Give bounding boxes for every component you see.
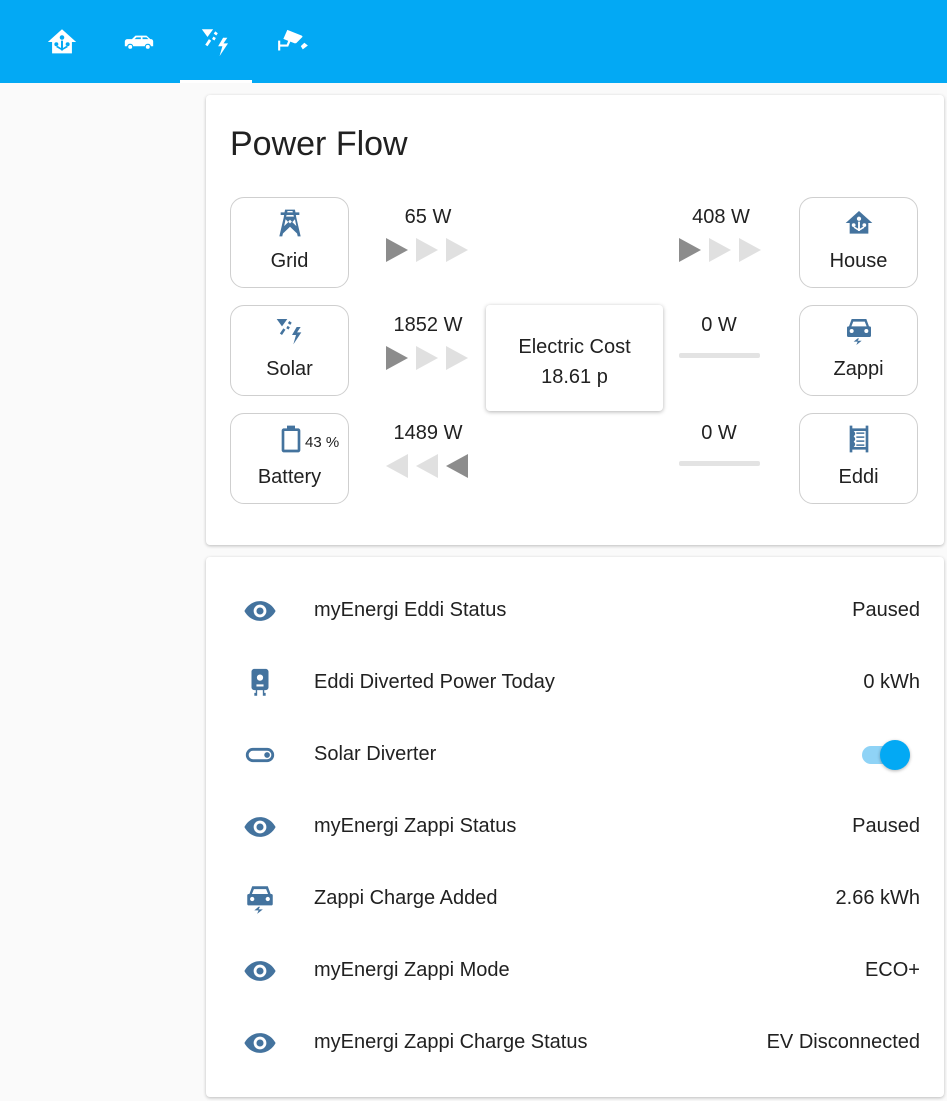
home-automation-icon — [845, 211, 872, 234]
solar-power-icon — [201, 28, 229, 56]
eye-icon — [244, 817, 276, 837]
solar-power-icon — [276, 319, 301, 345]
entity-row-solar-diverter[interactable]: Solar Diverter — [206, 719, 944, 791]
flow-arrow — [446, 346, 468, 370]
power-flow-card: Power Flow Grid Solar 43 % Battery 65 W — [206, 95, 944, 545]
entity-state: 0 kWh — [863, 671, 920, 693]
entity-row-zappi-charge-status[interactable]: myEnergi Zappi Charge Status EV Disconne… — [206, 1007, 944, 1079]
battery-icon — [281, 425, 301, 453]
tab-vehicles[interactable] — [103, 0, 175, 83]
app-header — [0, 0, 947, 83]
entity-name: myEnergi Zappi Charge Status — [314, 1031, 588, 1053]
grid-flow-arrows — [386, 238, 468, 262]
flow-arrow-active — [679, 238, 701, 262]
eddi-power: 0 W — [701, 422, 737, 444]
eye-icon — [244, 961, 276, 981]
car-electric-icon — [846, 319, 871, 345]
home-automation-icon — [47, 28, 77, 53]
solar-flow-arrows — [386, 346, 468, 370]
eye-icon — [244, 1033, 276, 1053]
transmission-tower-icon — [278, 209, 301, 237]
entity-row-eddi-diverted[interactable]: Eddi Diverted Power Today 0 kWh — [206, 647, 944, 719]
entity-row-zappi-charge-added[interactable]: Zappi Charge Added 2.66 kWh — [206, 863, 944, 935]
zappi-power: 0 W — [701, 314, 737, 336]
entity-state: ECO+ — [864, 959, 920, 981]
zappi-label: Zappi — [833, 358, 884, 380]
flow-arrow-active — [386, 346, 408, 370]
solar-diverter-toggle[interactable] — [858, 738, 914, 772]
grid-power: 65 W — [404, 206, 452, 228]
entity-name: myEnergi Eddi Status — [314, 599, 507, 621]
house-power: 408 W — [692, 206, 750, 228]
eddi-flow-bar — [679, 461, 760, 466]
flow-arrow — [446, 238, 468, 262]
flow-arrow-active — [446, 454, 468, 478]
entity-name: myEnergi Zappi Mode — [314, 959, 510, 981]
solar-power: 1852 W — [393, 314, 463, 336]
entity-state: Paused — [852, 815, 920, 837]
flow-arrow — [416, 454, 438, 478]
toggle-switch-icon — [245, 747, 275, 763]
entity-row-eddi-status[interactable]: myEnergi Eddi Status Paused — [206, 575, 944, 647]
grid-node[interactable]: Grid — [230, 197, 349, 288]
entity-name: Eddi Diverted Power Today — [314, 671, 555, 693]
eddi-node[interactable]: Eddi — [799, 413, 918, 504]
toggle-knob — [880, 740, 910, 770]
entity-row-zappi-status[interactable]: myEnergi Zappi Status Paused — [206, 791, 944, 863]
car-electric-icon — [247, 886, 273, 914]
water-boiler-icon — [251, 668, 269, 696]
entity-row-zappi-mode[interactable]: myEnergi Zappi Mode ECO+ — [206, 935, 944, 1007]
tab-energy[interactable] — [180, 0, 252, 83]
flow-arrow — [416, 238, 438, 262]
card-title: Power Flow — [230, 125, 408, 163]
flow-arrow-active — [386, 238, 408, 262]
house-flow-arrows — [679, 238, 761, 262]
flow-arrow — [739, 238, 761, 262]
car-side-icon — [124, 35, 154, 49]
battery-node[interactable]: 43 % Battery — [230, 413, 349, 504]
solar-node[interactable]: Solar — [230, 305, 349, 396]
battery-percent: 43 % — [305, 434, 340, 451]
battery-label: Battery — [257, 466, 322, 488]
eye-icon — [244, 601, 276, 621]
zappi-node[interactable]: Zappi — [799, 305, 918, 396]
house-label: House — [829, 250, 888, 272]
entity-state: 2.66 kWh — [835, 887, 920, 909]
battery-flow-arrows — [386, 454, 468, 478]
flow-arrow — [709, 238, 731, 262]
solar-label: Solar — [266, 358, 313, 380]
entity-name: Solar Diverter — [314, 743, 437, 765]
cctv-icon — [278, 29, 308, 50]
entity-name: Zappi Charge Added — [314, 887, 498, 909]
flow-arrow — [386, 454, 408, 478]
zappi-flow-bar — [679, 353, 760, 358]
entity-state: Paused — [852, 599, 920, 621]
tab-cameras[interactable] — [257, 0, 329, 83]
electric-cost-label: Electric Cost — [518, 336, 631, 358]
grid-label: Grid — [270, 250, 309, 272]
electric-cost-box[interactable]: Electric Cost 18.61 p — [486, 305, 663, 411]
entity-name: myEnergi Zappi Status — [314, 815, 517, 837]
entity-state: EV Disconnected — [766, 1031, 920, 1053]
eddi-label: Eddi — [838, 466, 879, 488]
radiator-icon — [849, 425, 868, 453]
house-node[interactable]: House — [799, 197, 918, 288]
entities-card: myEnergi Eddi Status Paused Eddi Diverte… — [206, 557, 944, 1097]
tab-home[interactable] — [26, 0, 98, 83]
electric-cost-value: 18.61 p — [541, 366, 608, 388]
battery-power: 1489 W — [393, 422, 463, 444]
flow-arrow — [416, 346, 438, 370]
